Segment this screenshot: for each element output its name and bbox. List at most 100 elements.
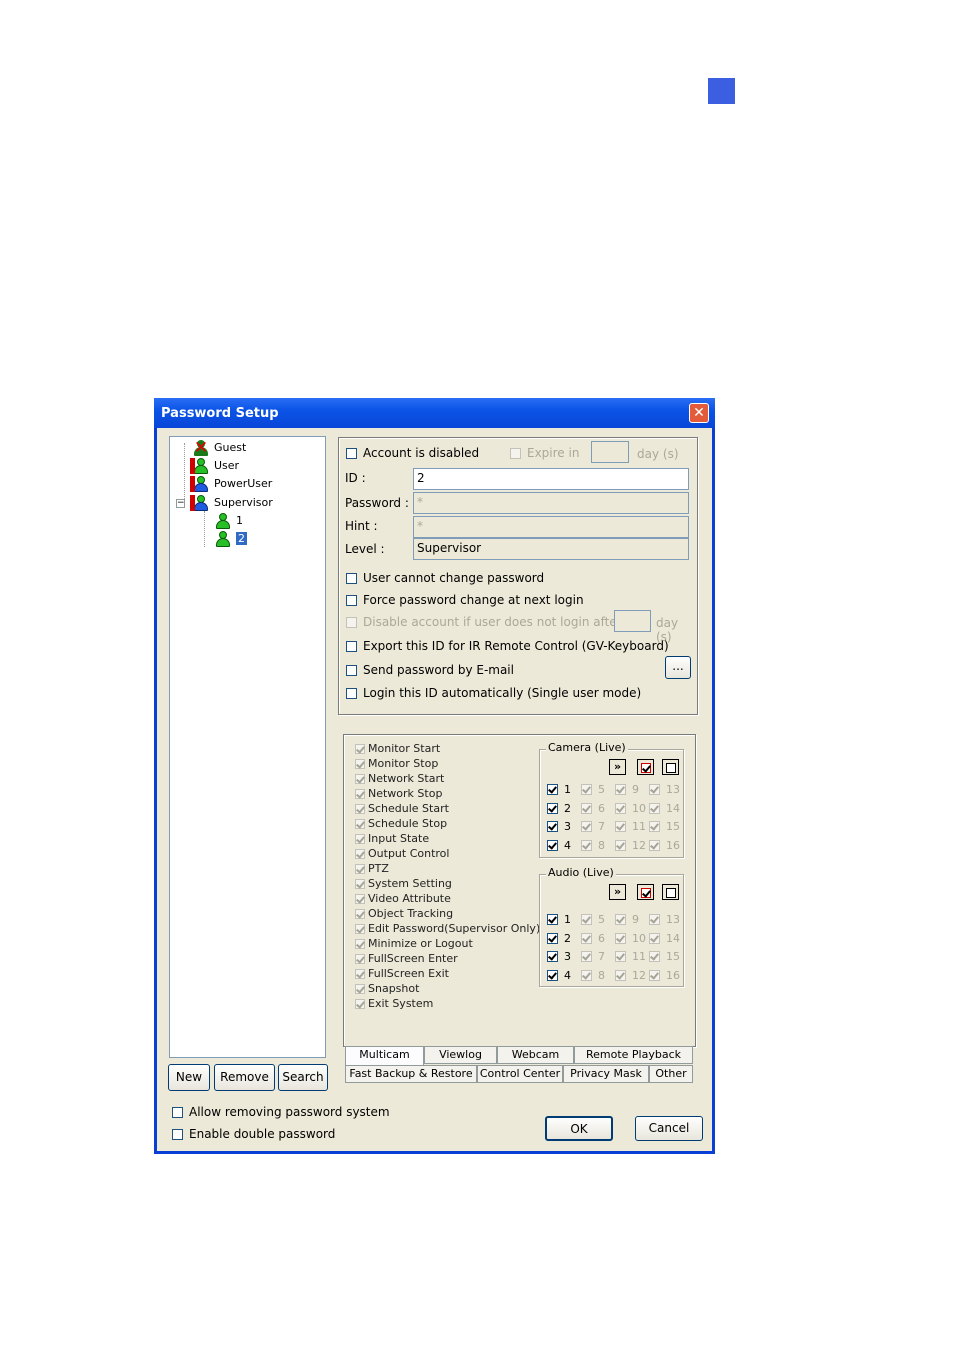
account-disabled-option[interactable]: Account is disabled bbox=[346, 446, 479, 460]
title-bar[interactable]: Password Setup ✕ bbox=[154, 398, 715, 428]
channel-option[interactable]: 13 bbox=[649, 913, 680, 926]
tab-other[interactable]: Other bbox=[649, 1065, 693, 1083]
send-email-checkbox[interactable] bbox=[346, 664, 357, 676]
channel-option[interactable]: 6 bbox=[581, 932, 605, 945]
channel-option[interactable]: 2 bbox=[547, 932, 571, 945]
channel-option[interactable]: 3 bbox=[547, 820, 571, 833]
channel-checkbox[interactable] bbox=[615, 932, 626, 944]
channel-option[interactable]: 15 bbox=[649, 950, 680, 963]
email-settings-button[interactable]: ... bbox=[665, 656, 691, 679]
channel-checkbox[interactable] bbox=[547, 839, 558, 851]
permission-checkbox[interactable] bbox=[355, 908, 365, 919]
permission-checkbox[interactable] bbox=[355, 953, 365, 964]
cannot-change-option[interactable]: User cannot change password bbox=[346, 571, 544, 585]
channel-option[interactable]: 10 bbox=[615, 802, 646, 815]
permission-item[interactable]: System Setting bbox=[355, 876, 540, 891]
double-password-option[interactable]: Enable double password bbox=[172, 1127, 335, 1141]
channel-option[interactable]: 15 bbox=[649, 820, 680, 833]
permission-checkbox[interactable] bbox=[355, 923, 365, 934]
channel-checkbox[interactable] bbox=[581, 951, 592, 962]
tab-fast-backup-restore[interactable]: Fast Backup & Restore bbox=[345, 1065, 477, 1083]
remove-button[interactable]: Remove bbox=[214, 1064, 275, 1091]
channel-checkbox[interactable] bbox=[581, 839, 592, 851]
channel-option[interactable]: 2 bbox=[547, 802, 571, 815]
channel-option[interactable]: 4 bbox=[547, 839, 571, 852]
permission-item[interactable]: Monitor Stop bbox=[355, 756, 540, 771]
channel-option[interactable]: 16 bbox=[649, 969, 680, 982]
channel-option[interactable]: 6 bbox=[581, 802, 605, 815]
channel-option[interactable]: 9 bbox=[615, 913, 639, 926]
select-all-icon[interactable] bbox=[637, 884, 654, 900]
disable-after-option[interactable]: Disable account if user does not login a… bbox=[346, 615, 622, 629]
channel-option[interactable]: 7 bbox=[581, 950, 605, 963]
clear-all-icon[interactable] bbox=[662, 759, 679, 775]
channel-option[interactable]: 1 bbox=[547, 783, 571, 796]
permission-item[interactable]: FullScreen Enter bbox=[355, 951, 540, 966]
channel-option[interactable]: 5 bbox=[581, 783, 605, 796]
channel-checkbox[interactable] bbox=[615, 951, 626, 962]
permission-checkbox[interactable] bbox=[355, 773, 365, 784]
new-button[interactable]: New bbox=[168, 1064, 210, 1091]
channel-option[interactable]: 9 bbox=[615, 783, 639, 796]
channel-checkbox[interactable] bbox=[581, 914, 592, 925]
permission-checkbox[interactable] bbox=[355, 803, 365, 814]
allow-remove-option[interactable]: Allow removing password system bbox=[172, 1105, 390, 1119]
cancel-button[interactable]: Cancel bbox=[635, 1116, 703, 1141]
permission-checkbox[interactable] bbox=[355, 938, 365, 949]
channel-option[interactable]: 16 bbox=[649, 839, 680, 852]
expire-days-input[interactable] bbox=[591, 441, 629, 463]
permission-item[interactable]: Monitor Start bbox=[355, 741, 540, 756]
permission-item[interactable]: PTZ bbox=[355, 861, 540, 876]
channel-checkbox[interactable] bbox=[649, 914, 660, 925]
permission-checkbox[interactable] bbox=[355, 983, 365, 994]
channel-checkbox[interactable] bbox=[615, 821, 626, 832]
permission-item[interactable]: Exit System bbox=[355, 996, 540, 1011]
tab-viewlog[interactable]: Viewlog bbox=[424, 1046, 497, 1064]
permission-checkbox[interactable] bbox=[355, 893, 365, 904]
account-disabled-checkbox[interactable] bbox=[346, 447, 357, 459]
force-change-option[interactable]: Force password change at next login bbox=[346, 593, 584, 607]
permission-item[interactable]: Network Start bbox=[355, 771, 540, 786]
permission-checkbox[interactable] bbox=[355, 848, 365, 859]
channel-option[interactable]: 4 bbox=[547, 969, 571, 982]
select-all-icon[interactable] bbox=[637, 759, 654, 775]
id-input[interactable]: 2 bbox=[413, 468, 689, 490]
auto-login-option[interactable]: Login this ID automatically (Single user… bbox=[346, 686, 641, 700]
channel-checkbox[interactable] bbox=[649, 802, 660, 814]
channel-checkbox[interactable] bbox=[615, 802, 626, 814]
clear-all-icon[interactable] bbox=[662, 884, 679, 900]
channel-checkbox[interactable] bbox=[615, 969, 626, 981]
export-ir-option[interactable]: Export this ID for IR Remote Control (GV… bbox=[346, 639, 669, 653]
permission-checkbox[interactable] bbox=[355, 743, 365, 754]
tab-webcam[interactable]: Webcam bbox=[497, 1046, 574, 1064]
channel-option[interactable]: 3 bbox=[547, 950, 571, 963]
permission-item[interactable]: FullScreen Exit bbox=[355, 966, 540, 981]
channel-checkbox[interactable] bbox=[649, 784, 660, 795]
permission-checkbox[interactable] bbox=[355, 878, 365, 889]
tree-item-user[interactable]: User bbox=[190, 457, 239, 474]
channel-checkbox[interactable] bbox=[547, 932, 558, 944]
disable-after-checkbox[interactable] bbox=[346, 616, 357, 628]
user-tree[interactable]: − ✕ Guest User PowerUser Supervisor 1 2 bbox=[169, 436, 326, 1058]
channel-checkbox[interactable] bbox=[547, 914, 558, 925]
channel-checkbox[interactable] bbox=[581, 802, 592, 814]
tree-item-1[interactable]: 1 bbox=[214, 512, 243, 529]
search-button[interactable]: Search bbox=[278, 1064, 328, 1091]
export-ir-checkbox[interactable] bbox=[346, 640, 357, 652]
close-button[interactable]: ✕ bbox=[689, 403, 709, 423]
double-password-checkbox[interactable] bbox=[172, 1128, 183, 1140]
force-change-checkbox[interactable] bbox=[346, 594, 357, 606]
permission-item[interactable]: Minimize or Logout bbox=[355, 936, 540, 951]
permission-checkbox[interactable] bbox=[355, 788, 365, 799]
channel-option[interactable]: 12 bbox=[615, 839, 646, 852]
channel-checkbox[interactable] bbox=[581, 784, 592, 795]
permission-item[interactable]: Edit Password(Supervisor Only) bbox=[355, 921, 540, 936]
channel-option[interactable]: 12 bbox=[615, 969, 646, 982]
collapse-icon[interactable]: − bbox=[176, 499, 185, 508]
channel-checkbox[interactable] bbox=[615, 914, 626, 925]
permission-item[interactable]: Input State bbox=[355, 831, 540, 846]
tree-item-poweruser[interactable]: PowerUser bbox=[190, 475, 272, 492]
channel-option[interactable]: 11 bbox=[615, 950, 646, 963]
channel-option[interactable]: 7 bbox=[581, 820, 605, 833]
channel-checkbox[interactable] bbox=[581, 821, 592, 832]
